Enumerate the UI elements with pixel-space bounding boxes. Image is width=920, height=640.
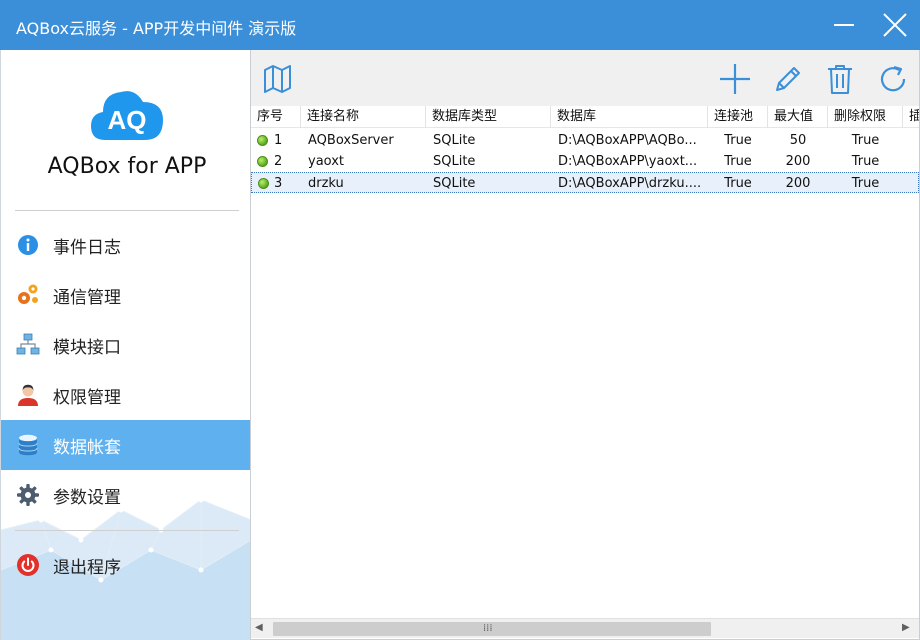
sidebar-item-event-log[interactable]: 事件日志 <box>1 220 250 270</box>
grip-icon: ⁞⁞⁞ <box>483 623 493 634</box>
sidebar-item-label: 模块接口 <box>53 338 121 358</box>
cell-no: 1 <box>274 133 283 148</box>
table-header: 序号 连接名称 数据库类型 数据库 连接池 最大值 删除权限 插 <box>251 106 919 128</box>
column-header-max[interactable]: 最大值 <box>768 106 828 128</box>
plus-icon <box>720 64 750 94</box>
sidebar-item-label: 数据帐套 <box>53 438 121 458</box>
cell-delete-permission: True <box>851 133 880 148</box>
sidebar-item-communication[interactable]: 通信管理 <box>1 270 250 320</box>
pencil-icon <box>776 67 800 91</box>
logo-cloud-icon: AQ <box>91 91 163 140</box>
scrollbar-thumb[interactable]: ⁞⁞⁞ <box>273 622 711 636</box>
info-icon <box>18 235 38 255</box>
accounts-table[interactable]: 序号 连接名称 数据库类型 数据库 连接池 最大值 删除权限 插 1 AQBox… <box>251 106 919 618</box>
status-dot-icon <box>257 156 268 167</box>
gear-icon <box>17 484 39 506</box>
cell-delete-permission: True <box>851 176 880 191</box>
sidebar-divider <box>15 530 239 531</box>
cell-database: D:\AQBoxAPP\drzku.... <box>558 176 702 191</box>
cell-database: D:\AQBoxAPP\yaoxt... <box>558 154 698 169</box>
column-header-insert[interactable]: 插 <box>903 106 919 128</box>
trash-icon <box>828 65 852 94</box>
column-header-name[interactable]: 连接名称 <box>301 106 426 128</box>
cell-pool: True <box>724 154 752 169</box>
horizontal-scrollbar[interactable]: ◀ ⁞⁞⁞ ▶ <box>251 618 919 638</box>
sidebar: AQ AQBox for APP 事件日志 通信管理 模块接口 权限管理 数据帐… <box>0 50 250 640</box>
cell-no: 2 <box>274 154 283 169</box>
map-button[interactable] <box>261 62 295 96</box>
column-header-delete-permission[interactable]: 删除权限 <box>828 106 903 128</box>
user-icon <box>18 384 38 406</box>
column-header-no[interactable]: 序号 <box>251 106 301 128</box>
sidebar-item-label: 权限管理 <box>53 388 121 408</box>
sidebar-item-label: 参数设置 <box>53 488 121 508</box>
sidebar-item-module-interface[interactable]: 模块接口 <box>1 320 250 370</box>
minimize-button[interactable] <box>828 8 864 44</box>
sidebar-item-permissions[interactable]: 权限管理 <box>1 370 250 420</box>
sidebar-item-exit[interactable]: 退出程序 <box>1 540 250 590</box>
cell-type: SQLite <box>433 176 476 191</box>
map-icon <box>264 65 291 93</box>
sidebar-divider <box>15 210 239 211</box>
column-header-pool[interactable]: 连接池 <box>708 106 768 128</box>
cell-name: drzku <box>308 176 344 191</box>
add-button[interactable] <box>718 62 752 96</box>
edit-button[interactable] <box>771 62 805 96</box>
close-button[interactable] <box>876 8 912 44</box>
table-row-selected[interactable]: 3 drzku SQLite D:\AQBoxAPP\drzku.... Tru… <box>251 172 919 193</box>
power-icon <box>17 554 39 576</box>
sidebar-item-label: 通信管理 <box>53 288 121 308</box>
refresh-button[interactable] <box>876 62 910 96</box>
logo-text: AQ <box>108 105 147 135</box>
gears-icon <box>18 284 38 304</box>
sidebar-item-label: 退出程序 <box>53 558 121 578</box>
table-row[interactable]: 1 AQBoxServer SQLite D:\AQBoxAPP\AQBo...… <box>251 130 919 151</box>
scroll-left-arrow-icon[interactable]: ◀ <box>255 622 267 636</box>
database-icon <box>18 434 38 456</box>
cell-pool: True <box>724 176 752 191</box>
column-header-db-type[interactable]: 数据库类型 <box>426 106 551 128</box>
status-dot-icon <box>257 135 268 146</box>
title-bar: AQBox云服务 - APP开发中间件 演示版 <box>0 0 920 50</box>
table-row[interactable]: 2 yaoxt SQLite D:\AQBoxAPP\yaoxt... True… <box>251 151 919 172</box>
cell-no: 3 <box>274 176 283 191</box>
delete-button[interactable] <box>823 62 857 96</box>
sidebar-item-label: 事件日志 <box>53 238 121 258</box>
cell-type: SQLite <box>433 154 476 169</box>
cell-name: yaoxt <box>308 154 345 169</box>
toolbar <box>251 50 919 106</box>
cell-delete-permission: True <box>851 154 880 169</box>
column-header-database[interactable]: 数据库 <box>551 106 708 128</box>
status-dot-icon <box>258 178 269 189</box>
cell-pool: True <box>724 133 752 148</box>
cell-max: 200 <box>785 176 811 191</box>
close-icon <box>883 13 907 37</box>
refresh-icon <box>880 65 906 92</box>
scroll-right-arrow-icon[interactable]: ▶ <box>902 622 914 636</box>
cell-name: AQBoxServer <box>308 133 394 148</box>
cell-max: 50 <box>789 133 807 148</box>
cell-max: 200 <box>785 154 811 169</box>
network-icon <box>16 333 40 355</box>
window-title: AQBox云服务 - APP开发中间件 演示版 <box>16 19 297 38</box>
cell-type: SQLite <box>433 133 476 148</box>
app-name: AQBox for APP <box>47 154 207 179</box>
main-panel: 序号 连接名称 数据库类型 数据库 连接池 最大值 删除权限 插 1 AQBox… <box>250 50 920 640</box>
minimize-icon <box>834 24 854 26</box>
sidebar-item-data-accounts[interactable]: 数据帐套 <box>1 420 250 470</box>
sidebar-item-settings[interactable]: 参数设置 <box>1 470 250 520</box>
cell-database: D:\AQBoxAPP\AQBo... <box>558 133 697 148</box>
